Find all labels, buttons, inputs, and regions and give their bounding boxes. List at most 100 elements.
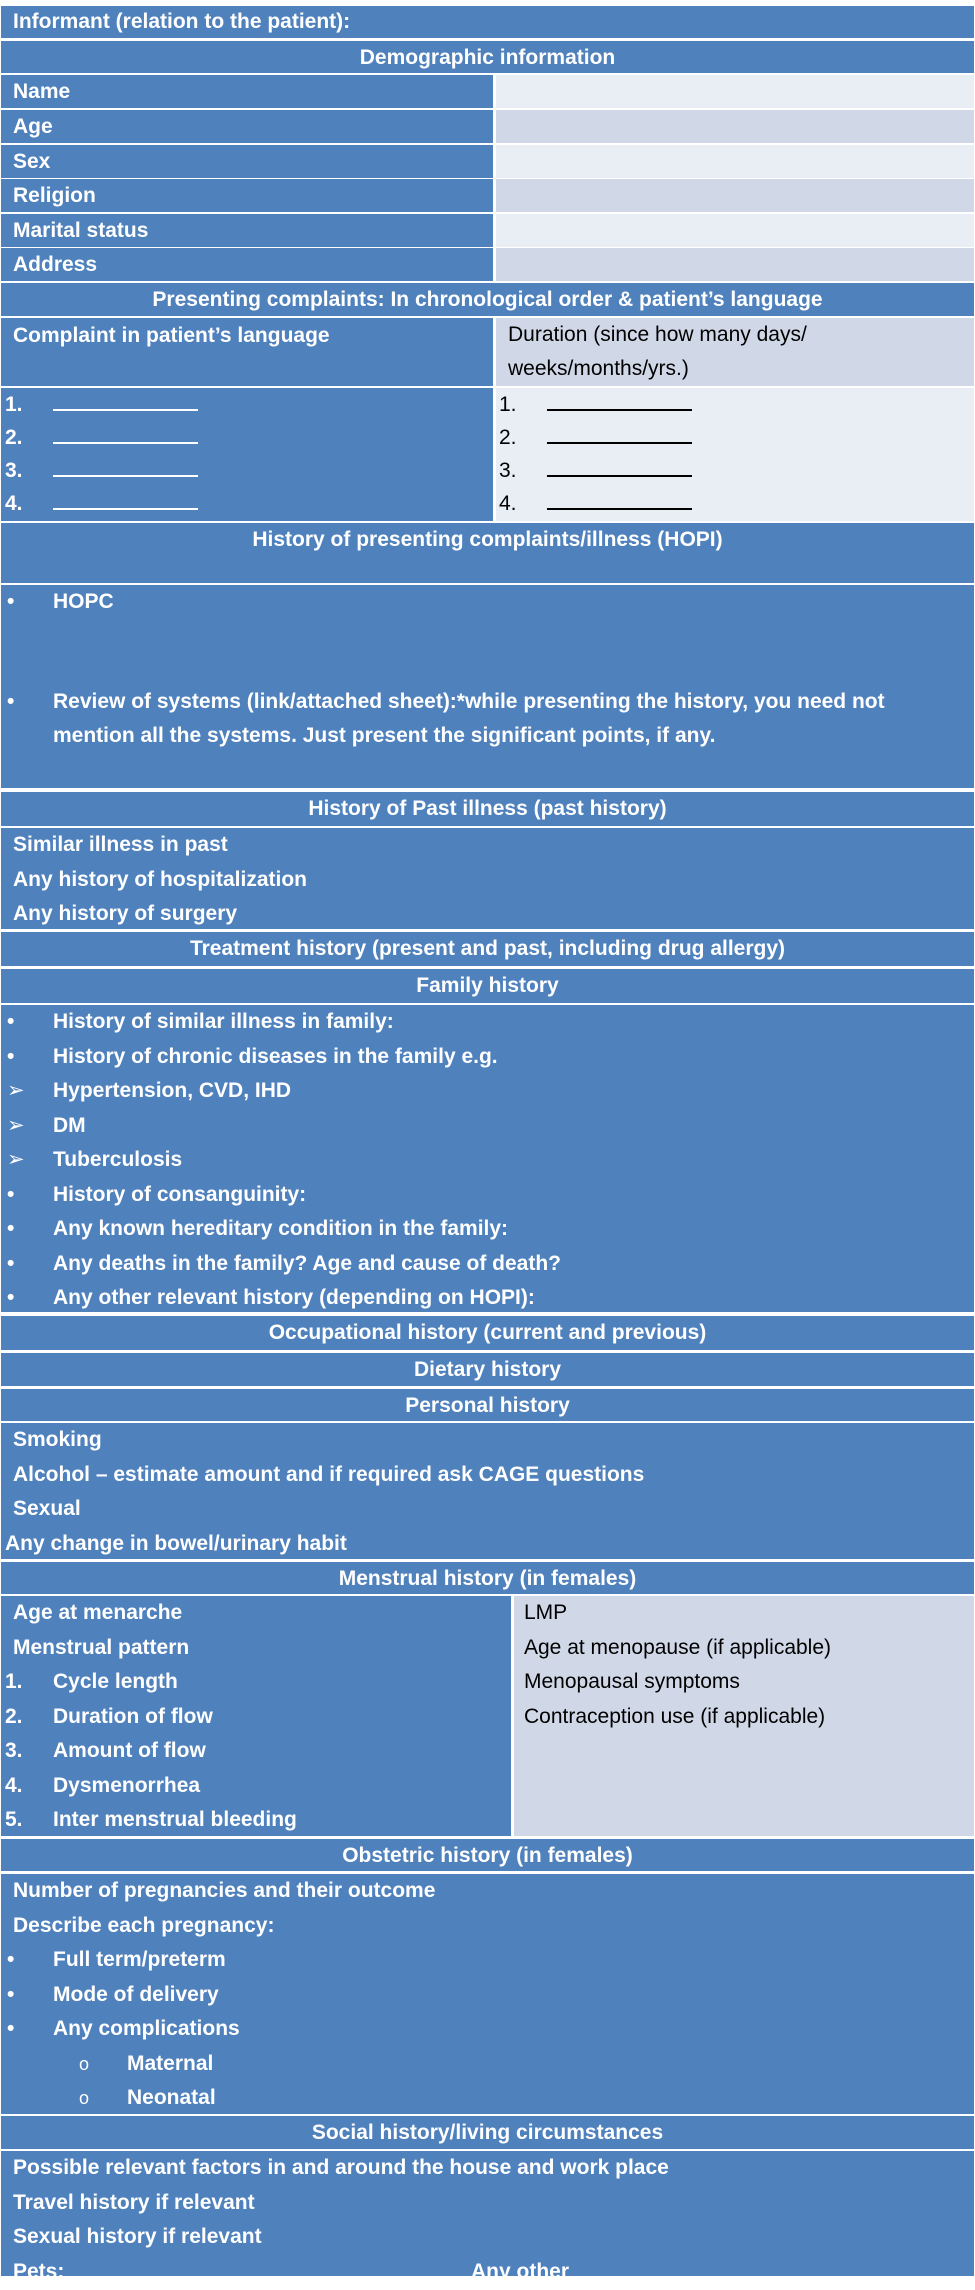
occupational-history-header: Occupational history (current and previo… [1, 1316, 974, 1350]
address-field[interactable] [496, 248, 974, 281]
presenting-complaints-header: Presenting complaints: In chronological … [1, 283, 974, 316]
item-number: 2. [499, 426, 517, 449]
menstrual-right-cell[interactable]: LMP Age at menopause (if applicable) Men… [514, 1596, 974, 1836]
informant-row: Informant (relation to the patient): [1, 6, 974, 38]
blank-line [547, 488, 692, 510]
arrow-bullet-icon: ➢ [7, 1113, 25, 1137]
family-item-text: Hypertension, CVD, IHD [53, 1079, 292, 1102]
religion-field[interactable] [496, 179, 974, 212]
menstrual-item: Age at menarche [13, 1601, 183, 1624]
family-item-text: History of chronic diseases in the famil… [53, 1044, 498, 1068]
hopi-item-hopc: • HOPC [5, 585, 114, 619]
family-item: • History of consanguinity: [5, 1178, 974, 1213]
obstetric-item: Number of pregnancies and their outcome [13, 1879, 436, 1902]
duration-item[interactable]: 1. [499, 388, 974, 421]
pattern-item-text: Cycle length [53, 1670, 178, 1693]
item-number: 3. [499, 459, 517, 482]
personal-history-header: Personal history [1, 1389, 974, 1421]
bullet-icon: • [7, 1251, 15, 1275]
family-item: • Any deaths in the family? Age and cause… [5, 1247, 974, 1282]
family-item-text: History of consanguinity: [53, 1182, 307, 1206]
demographic-row-name: Name [1, 75, 974, 108]
demographic-row-marital-status: Marital status [1, 214, 974, 247]
obstetric-sub-text: Neonatal [127, 2086, 216, 2109]
menstrual-left-cell[interactable]: Age at menarche Menstrual pattern 1. Cycl… [1, 1596, 511, 1836]
family-item-text: Any deaths in the family? Age and cause … [53, 1251, 561, 1275]
name-field[interactable] [496, 75, 974, 108]
social-history-body[interactable]: Possible relevant factors in and around … [1, 2151, 974, 2283]
pattern-item-text: Inter menstrual bleeding [53, 1808, 297, 1831]
bullet-icon: • [7, 1044, 15, 1068]
obstetric-history-body[interactable]: Number of pregnancies and their outcome … [1, 1874, 974, 2114]
family-item-text: Any known hereditary condition in the fa… [53, 1217, 509, 1240]
complaint-item[interactable]: 3. [5, 454, 493, 487]
pattern-item-text: Dysmenorrhea [53, 1773, 201, 1797]
complaint-list: 1. 2. 3. 4. 1. 2. 3. 4. [1, 388, 974, 521]
past-item: Any history of surgery [13, 902, 238, 925]
menstrual-item: Menopausal symptoms [524, 1670, 740, 1693]
duration-item[interactable]: 3. [499, 454, 974, 487]
bullet-icon: • [7, 1286, 15, 1309]
circle-bullet-icon: o [79, 2088, 90, 2108]
family-item-text: History of similar illness in family: [53, 1010, 394, 1033]
social-item: Sexual history if relevant [13, 2225, 262, 2248]
past-illness-body[interactable]: Similar illness in past Any history of h… [1, 828, 974, 929]
field-label: Age [1, 110, 493, 143]
family-history-body[interactable]: • History of similar illness in family: •… [1, 1005, 974, 1312]
hopi-header: History of presenting complaints/illness… [1, 523, 974, 583]
sex-field[interactable] [496, 145, 974, 178]
duration-item[interactable]: 4. [499, 487, 974, 520]
personal-item: Alcohol – estimate amount and if require… [13, 1462, 645, 1486]
item-number: 1. [499, 393, 517, 416]
complaint-item[interactable]: 2. [5, 421, 493, 454]
demographic-row-address: Address [1, 248, 974, 281]
social-item: Travel history if relevant [13, 2190, 255, 2214]
past-item: Similar illness in past [13, 833, 228, 856]
age-field[interactable] [496, 110, 974, 143]
demographic-row-religion: Religion [1, 179, 974, 212]
arrow-bullet-icon: ➢ [7, 1148, 25, 1171]
bullet-icon: • [7, 690, 15, 713]
duration-header-line1: Duration (since how many days/ [508, 323, 807, 346]
field-label: Sex [1, 145, 493, 178]
complaint-header: Complaint in patient’s language [1, 318, 493, 386]
past-item: Any history of hospitalization [13, 867, 308, 891]
bullet-icon: • [7, 1217, 15, 1240]
personal-item: Sexual [13, 1497, 81, 1520]
bullet-icon: • [7, 1010, 15, 1033]
family-item: • Any known hereditary condition in the f… [5, 1212, 974, 1247]
duration-item[interactable]: 2. [499, 421, 974, 454]
menstrual-item: Menstrual pattern [13, 1635, 190, 1659]
family-item: • History of similar illness in family: [5, 1005, 974, 1040]
blank-line [547, 455, 692, 477]
blank-line [53, 422, 198, 444]
hopi-item-review-of-systems: • Review of systems (link/attached sheet)… [5, 685, 885, 753]
field-label: Address [1, 248, 493, 281]
menstrual-history-header: Menstrual history (in females) [1, 1562, 974, 1594]
pattern-item: 5. Inter menstrual bleeding [1, 1803, 511, 1838]
past-illness-header: History of Past illness (past history) [1, 792, 974, 826]
menstrual-item: Contraception use (if applicable) [524, 1704, 826, 1728]
obstetric-history-header: Obstetric history (in females) [1, 1839, 974, 1871]
family-item-text: DM [53, 1113, 86, 1137]
personal-history-body[interactable]: Smoking Alcohol – estimate amount and if… [1, 1423, 974, 1559]
complaint-column-headers: Complaint in patient’s language Duration… [1, 318, 974, 386]
item-number: 2. [5, 1704, 23, 1728]
item-number: 1. [5, 393, 23, 416]
hopi-body[interactable]: • HOPC • Review of systems (link/attached … [1, 585, 974, 788]
obstetric-sub-item: o Maternal [1, 2047, 974, 2082]
marital-status-field[interactable] [496, 214, 974, 247]
menstrual-item: Age at menopause (if applicable) [524, 1635, 832, 1659]
complaint-item[interactable]: 1. [5, 388, 493, 421]
family-item: • Any other relevant history (depending o… [5, 1281, 974, 1316]
pattern-item: 3. Amount of flow [1, 1734, 511, 1769]
obstetric-bullet-text: Full term/preterm [53, 1948, 226, 1971]
informant-label: Informant (relation to the patient): [13, 10, 351, 33]
family-item: ➢ Hypertension, CVD, IHD [5, 1074, 974, 1109]
complaint-item[interactable]: 4. [5, 487, 493, 520]
field-label: Marital status [1, 214, 493, 247]
obstetric-bullet-item: • Any complications [1, 2012, 974, 2047]
item-number: 3. [5, 459, 23, 482]
personal-item: Smoking [13, 1428, 102, 1451]
obstetric-bullet-item: • Mode of delivery [1, 1978, 974, 2013]
